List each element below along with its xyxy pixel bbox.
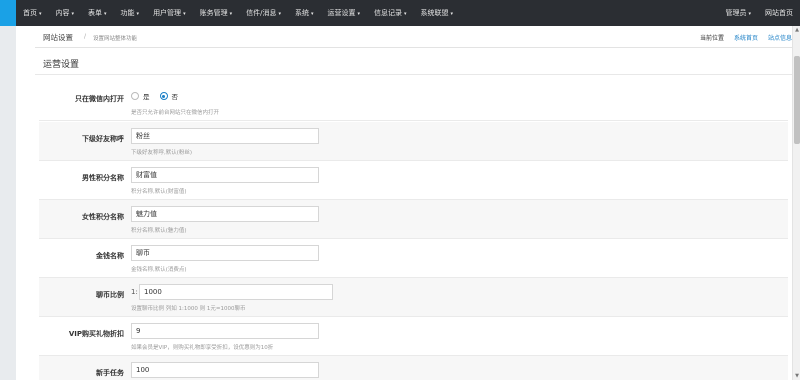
form-row-newbie-task: 新手任务 <box>39 356 788 380</box>
breadcrumb: 网站设置 / 设置网站整体功能 当前位置 系统首页 站点信息 <box>35 26 792 48</box>
chevron-down-icon: ▾ <box>136 11 140 17</box>
chevron-down-icon: ▾ <box>404 11 407 17</box>
nav-records[interactable]: 信息记录 ▾ <box>367 0 414 26</box>
chevron-down-icon: ▾ <box>278 11 281 17</box>
male-points-input[interactable] <box>131 167 319 183</box>
site-info-link[interactable]: 站点信息 <box>768 33 792 42</box>
field-label: 金钱名称 <box>96 252 124 260</box>
chevron-down-icon: ▾ <box>39 11 42 17</box>
main-content: 网站设置 / 设置网站整体功能 当前位置 系统首页 站点信息 运营设置 只在微信… <box>35 26 792 380</box>
page-description: 设置网站整体功能 <box>93 36 138 42</box>
nav-features[interactable]: 功能 ▾ <box>114 0 147 26</box>
nav-forms[interactable]: 表单 ▾ <box>81 0 114 26</box>
nav-system[interactable]: 系统 ▾ <box>288 0 321 26</box>
radio-yes-label[interactable]: 是 <box>143 91 150 101</box>
scrollbar-thumb[interactable] <box>794 56 800 144</box>
nav-users[interactable]: 用户管理 ▾ <box>146 0 193 26</box>
top-navbar: 首页 ▾ 内容 ▾ 表单 ▾ 功能 ▾ 用户管理 ▾ 账务管理 ▾ 信件/消息 ▾ 系统 ▾ 运… <box>0 0 800 26</box>
form-row-friend-title: 下级好友称呼 下级好友称呼,默认(粉丝) <box>39 122 788 161</box>
nav-operations[interactable]: 运营设置 ▾ <box>320 0 367 26</box>
site-home-link[interactable]: 网站首页 <box>758 0 800 26</box>
field-help: 下级好友称呼,默认(粉丝) <box>131 150 193 156</box>
radio-yes[interactable] <box>131 92 139 100</box>
admin-menu[interactable]: 管理员 ▾ <box>718 0 758 26</box>
vip-discount-input[interactable] <box>131 323 319 339</box>
chevron-down-icon: ▾ <box>183 11 186 17</box>
nav-finance[interactable]: 账务管理 ▾ <box>193 0 240 26</box>
nav-alliance[interactable]: 系统联盟 ▾ <box>414 0 461 26</box>
nav-content[interactable]: 内容 ▾ <box>49 0 82 26</box>
field-label: 聊币比例 <box>96 291 124 299</box>
field-label: 女性积分名称 <box>82 213 124 221</box>
scroll-down-arrow-icon[interactable]: ▼ <box>793 372 800 380</box>
form-row-vip-discount: VIP购买礼物折扣 如果会员是VIP，则购买礼物即享受折扣，设优惠则为10折 <box>39 317 788 356</box>
radio-no[interactable] <box>159 92 168 100</box>
newbie-task-input[interactable] <box>131 362 319 378</box>
nav-messages[interactable]: 信件/消息 ▾ <box>239 0 288 26</box>
chevron-down-icon: ▾ <box>310 11 314 17</box>
field-label: 男性积分名称 <box>82 174 124 182</box>
field-label: 只在微信内打开 <box>75 95 124 103</box>
female-points-input[interactable] <box>131 206 319 222</box>
ratio-prefix: 1: <box>131 288 138 296</box>
field-label: 新手任务 <box>96 369 124 377</box>
divider <box>35 74 792 75</box>
field-help: 设置聊币比例 列如 1:1000 则 1元=1000聊币 <box>131 306 246 312</box>
chevron-down-icon: ▾ <box>71 11 75 17</box>
field-help: 积分名称,默认(财富值) <box>131 189 187 195</box>
current-position-label: 当前位置 <box>699 35 724 42</box>
vertical-scrollbar[interactable]: ▲ ▼ <box>792 26 800 380</box>
currency-ratio-input[interactable] <box>139 284 333 300</box>
nav-right: 管理员 ▾ 网站首页 <box>718 0 800 26</box>
section-title: 运营设置 <box>43 60 80 70</box>
chevron-down-icon: ▾ <box>357 11 360 17</box>
currency-name-input[interactable] <box>131 245 319 261</box>
breadcrumb-separator: / <box>84 33 87 40</box>
chevron-down-icon: ▾ <box>104 11 107 17</box>
field-label: 下级好友称呼 <box>82 135 124 143</box>
form-row-male-points: 男性积分名称 积分名称,默认(财富值) <box>39 161 788 200</box>
form-row-wechat-only: 只在微信内打开 是 否 是否只允许前台网站只在微信内打开 <box>39 82 788 121</box>
breadcrumb-links: 当前位置 系统首页 站点信息 <box>700 33 792 42</box>
field-help: 如果会员是VIP，则购买礼物即享受折扣，设优惠则为10折 <box>131 345 274 351</box>
nav-home[interactable]: 首页 ▾ <box>16 0 49 26</box>
chevron-down-icon: ▾ <box>450 11 454 17</box>
friend-title-input[interactable] <box>131 128 319 144</box>
form-row-currency-name: 金钱名称 金钱名称,默认(消费点) <box>39 239 788 278</box>
field-label: VIP购买礼物折扣 <box>68 330 124 338</box>
field-help: 积分名称,默认(魅力值) <box>131 228 187 234</box>
chevron-down-icon: ▾ <box>748 11 751 17</box>
sidebar <box>0 26 16 380</box>
form-row-female-points: 女性积分名称 积分名称,默认(魅力值) <box>39 200 788 239</box>
system-home-link[interactable]: 系统首页 <box>734 33 758 42</box>
wechat-only-radio-group: 是 否 <box>131 91 184 101</box>
main-nav: 首页 ▾ 内容 ▾ 表单 ▾ 功能 ▾ 用户管理 ▾ 账务管理 ▾ 信件/消息 ▾ 系统 ▾ 运… <box>16 0 460 26</box>
form-row-currency-ratio: 聊币比例 1: 设置聊币比例 列如 1:1000 则 1元=1000聊币 <box>39 278 788 317</box>
radio-no-label[interactable]: 否 <box>172 91 179 101</box>
field-help: 金钱名称,默认(消费点) <box>131 267 187 273</box>
field-help: 是否只允许前台网站只在微信内打开 <box>131 110 220 116</box>
logo-block[interactable] <box>0 0 16 26</box>
scroll-up-arrow-icon[interactable]: ▲ <box>793 26 800 34</box>
chevron-down-icon: ▾ <box>229 11 233 17</box>
page-title: 网站设置 <box>43 33 73 42</box>
